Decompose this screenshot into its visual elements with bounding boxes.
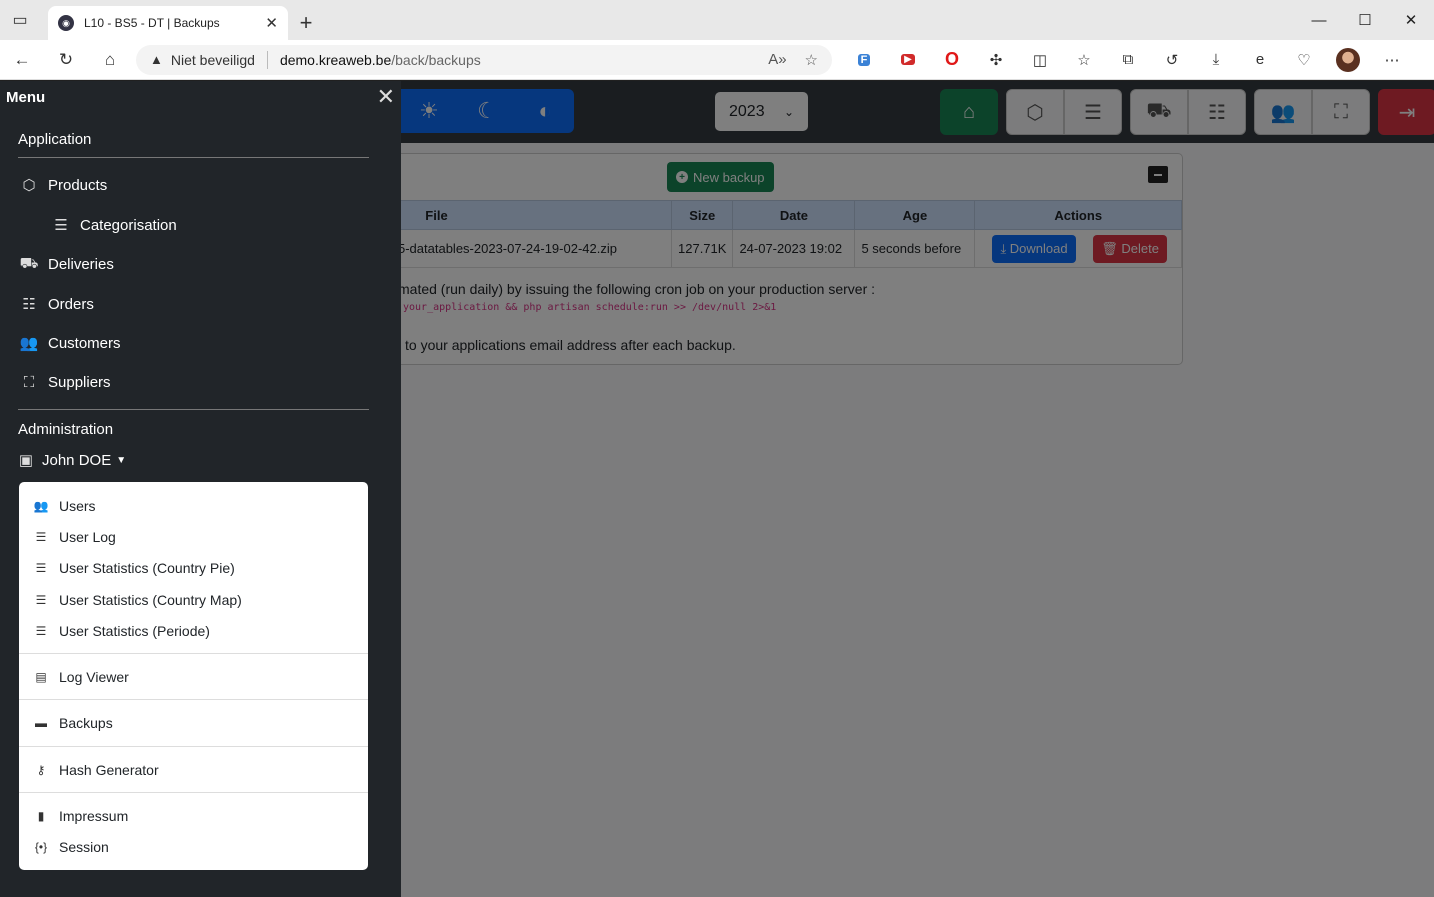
minimize-icon[interactable]: — xyxy=(1296,0,1342,40)
tab-close-icon[interactable]: ✕ xyxy=(265,14,278,32)
orders-icon: ☷ xyxy=(22,296,36,313)
favorite-star-icon[interactable]: ☆ xyxy=(805,51,818,69)
new-tab-button[interactable]: + xyxy=(288,6,324,40)
users-icon: 👥 xyxy=(33,499,49,513)
warning-icon: ▲ xyxy=(150,52,163,67)
menu-title: Menu xyxy=(6,88,46,106)
more-options-icon[interactable]: ⋯ xyxy=(1370,40,1414,80)
application-heading: Application xyxy=(18,131,92,148)
divider xyxy=(18,409,369,410)
archive-icon: ▬ xyxy=(35,716,47,730)
menu-item-suppliers[interactable]: ⛶ Suppliers xyxy=(18,374,111,391)
favorites-icon[interactable]: ☆ xyxy=(1062,40,1106,80)
profile-avatar[interactable] xyxy=(1326,40,1370,80)
site-favicon-icon: ◉ xyxy=(58,15,74,31)
browser-tab[interactable]: ◉ L10 - BS5 - DT | Backups ✕ xyxy=(48,6,288,40)
close-icon[interactable]: ✕ xyxy=(377,84,395,110)
extension-record-icon[interactable]: ▶ xyxy=(886,40,930,80)
divider xyxy=(18,157,369,158)
user-dropdown-toggle[interactable]: ▣ John DOE ▼ xyxy=(18,451,127,470)
menu-item-customers[interactable]: 👥 Customers xyxy=(18,334,121,353)
dropdown-divider xyxy=(19,746,368,747)
window-close-icon[interactable]: ✕ xyxy=(1388,0,1434,40)
menu-item-products[interactable]: ⬡ Products xyxy=(18,176,107,195)
dropdown-item-session[interactable]: {•} Session xyxy=(33,839,109,855)
edge-icon[interactable]: e xyxy=(1238,40,1282,80)
user-list-icon: ☰ xyxy=(35,593,47,607)
opera-icon[interactable]: O xyxy=(930,40,974,80)
extensions-toolbar: F ▶ O ✣ ◫ ☆ ⧉ ↺ ⤓ e ♡ ⋯ xyxy=(842,40,1414,80)
dropdown-divider xyxy=(19,699,368,700)
dropdown-item-impressum[interactable]: ▮ Impressum xyxy=(33,808,129,824)
truck-icon: ⛟ xyxy=(19,255,39,272)
read-aloud-icon[interactable]: A» xyxy=(768,51,786,69)
user-list-icon: ☰ xyxy=(35,624,47,638)
home-icon[interactable]: ⌂ xyxy=(88,40,132,80)
browser-essentials-icon[interactable]: ♡ xyxy=(1282,40,1326,80)
offcanvas-menu: Menu ✕ Application ⬡ Products ☰ Categori… xyxy=(0,81,401,897)
dropdown-item-user-log[interactable]: ☰ User Log xyxy=(33,529,116,545)
security-label: Niet beveiligd xyxy=(170,51,255,68)
extensions-puzzle-icon[interactable]: ✣ xyxy=(974,40,1018,80)
url-path: /back/backups xyxy=(391,51,481,68)
dropdown-divider xyxy=(19,653,368,654)
caret-down-icon: ▼ xyxy=(116,454,127,466)
window-controls: — ☐ ✕ xyxy=(1296,0,1434,40)
dolly-icon: ⛶ xyxy=(23,374,35,391)
dropdown-item-stats-periode[interactable]: ☰ User Statistics (Periode) xyxy=(33,623,210,639)
collections-icon[interactable]: ⧉ xyxy=(1106,40,1150,80)
key-icon: ⚷ xyxy=(36,763,46,777)
tab-actions-icon[interactable]: ▭ xyxy=(0,0,40,40)
users-icon: 👥 xyxy=(19,335,39,352)
user-badge-icon: ▣ xyxy=(18,452,34,469)
user-list-icon: ☰ xyxy=(35,530,47,544)
document-icon: ▮ xyxy=(37,809,45,823)
hierarchy-icon: ☰ xyxy=(54,217,68,234)
address-bar-row: ← ↻ ⌂ ▲ Niet beveiligd demo.kreaweb.be/b… xyxy=(0,40,1434,80)
user-dropdown-menu: 👥 Users ☰ User Log ☰ User Statistics (Co… xyxy=(19,482,368,870)
history-icon[interactable]: ↺ xyxy=(1150,40,1194,80)
tab-title: L10 - BS5 - DT | Backups xyxy=(84,16,220,30)
downloads-icon[interactable]: ⤓ xyxy=(1194,40,1238,80)
dropdown-item-stats-country-map[interactable]: ☰ User Statistics (Country Map) xyxy=(33,592,242,608)
dropdown-item-log-viewer[interactable]: ▤ Log Viewer xyxy=(33,669,128,685)
braces-icon: {•} xyxy=(34,840,48,854)
dropdown-item-hash-generator[interactable]: ⚷ Hash Generator xyxy=(33,762,159,778)
url-field[interactable]: ▲ Niet beveiligd demo.kreaweb.be/back/ba… xyxy=(136,44,832,75)
menu-item-categorisation[interactable]: ☰ Categorisation xyxy=(50,216,176,235)
browser-tab-bar: ▭ ◉ L10 - BS5 - DT | Backups ✕ + — ☐ ✕ xyxy=(0,0,1434,40)
user-list-icon: ☰ xyxy=(35,561,47,575)
extension-f-icon[interactable]: F xyxy=(842,40,886,80)
maximize-icon[interactable]: ☐ xyxy=(1342,0,1388,40)
dropdown-item-stats-country-pie[interactable]: ☰ User Statistics (Country Pie) xyxy=(33,560,235,576)
dropdown-item-users[interactable]: 👥 Users xyxy=(33,498,96,514)
user-name: John DOE xyxy=(42,451,112,469)
dropdown-item-backups[interactable]: ▬ Backups xyxy=(33,715,113,731)
boxes-icon: ⬡ xyxy=(22,177,36,194)
url-divider xyxy=(266,50,268,69)
refresh-icon[interactable]: ↻ xyxy=(44,40,88,80)
menu-item-orders[interactable]: ☷ Orders xyxy=(18,295,94,314)
back-icon[interactable]: ← xyxy=(0,40,44,80)
book-icon: ▤ xyxy=(35,670,47,684)
split-screen-icon[interactable]: ◫ xyxy=(1018,40,1062,80)
administration-heading: Administration xyxy=(18,421,114,438)
dropdown-divider xyxy=(19,792,368,793)
menu-item-deliveries[interactable]: ⛟ Deliveries xyxy=(18,255,114,274)
url-host: demo.kreaweb.be xyxy=(279,51,392,68)
